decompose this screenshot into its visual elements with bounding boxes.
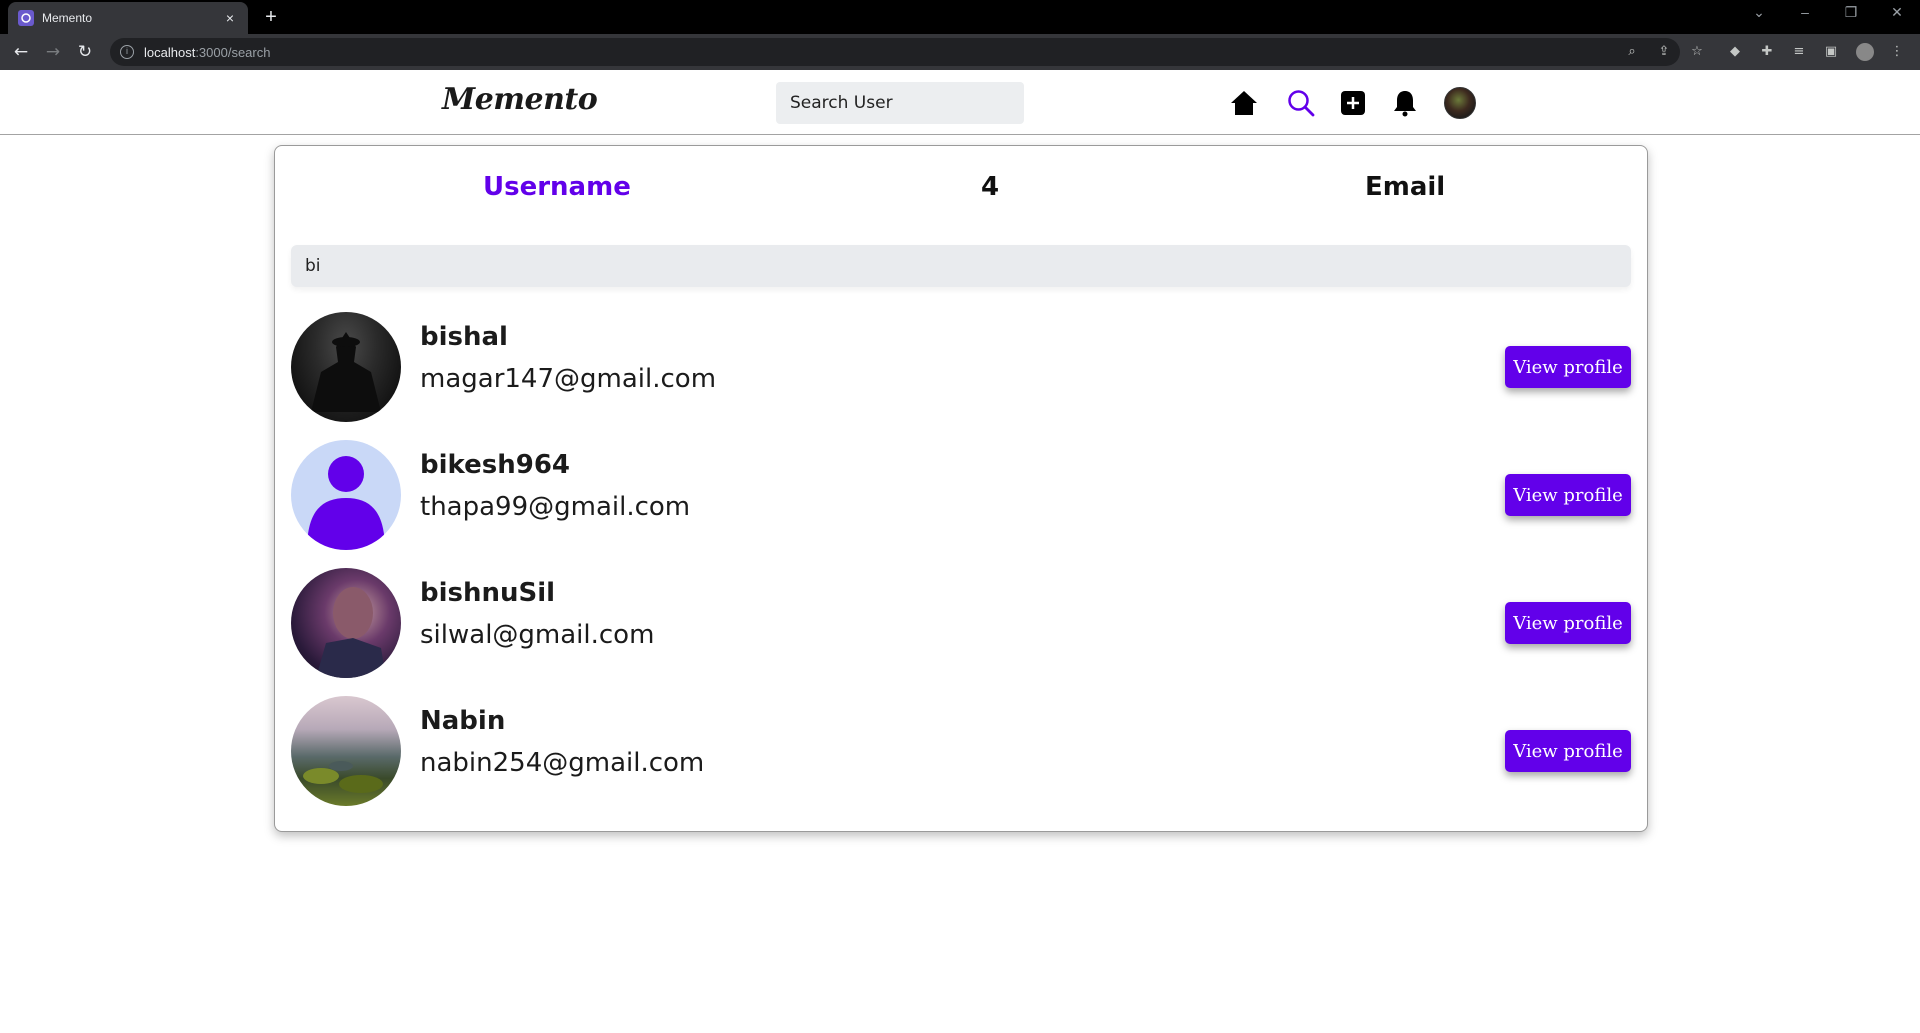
zoom-icon[interactable]: ⌕ <box>1623 43 1641 61</box>
username-filter-input[interactable] <box>291 245 1631 287</box>
site-info-icon[interactable]: i <box>120 45 134 59</box>
profile-avatar-icon[interactable] <box>1856 43 1874 61</box>
memento-favicon-icon <box>18 10 34 26</box>
search-mode-tabs: Username 4 Email <box>275 146 1647 226</box>
browser-menu-icon[interactable]: ⋮ <box>1888 43 1906 61</box>
browser-tab-bar: Memento × + ⌄ – ❐ ✕ <box>0 0 1920 34</box>
result-row: bishal magar147@gmail.com View profile <box>291 312 1631 440</box>
result-username: bikesh964 <box>420 450 571 480</box>
new-tab-button[interactable]: + <box>260 6 282 28</box>
search-icon[interactable] <box>1284 86 1318 120</box>
restore-icon[interactable]: ❐ <box>1836 4 1866 26</box>
extensions-puzzle-icon[interactable]: ✚ <box>1758 43 1776 61</box>
default-avatar-icon <box>291 440 401 550</box>
result-username: bishal <box>420 322 508 352</box>
result-username: Nabin <box>420 706 506 736</box>
forward-icon[interactable]: → <box>42 41 64 63</box>
share-icon[interactable]: ⇪ <box>1655 43 1673 61</box>
home-icon[interactable] <box>1227 86 1261 120</box>
tab-username[interactable]: Username <box>483 172 631 202</box>
result-row: bishnuSil silwal@gmail.com View profile <box>291 568 1631 696</box>
reading-list-icon[interactable]: ≡ <box>1790 43 1808 61</box>
view-profile-button[interactable]: View profile <box>1505 730 1631 772</box>
address-bar[interactable]: i localhost:3000/search <box>110 38 1680 66</box>
app-logo[interactable]: Memento <box>442 82 598 117</box>
user-avatar[interactable] <box>1444 87 1476 119</box>
extension-icon[interactable]: ◆ <box>1726 43 1744 61</box>
browser-tab-title: Memento <box>42 11 93 25</box>
result-email: silwal@gmail.com <box>420 620 655 650</box>
user-avatar <box>291 696 401 806</box>
browser-toolbar: ← → ↻ i localhost:3000/search ⌕ ⇪ ☆ ◆ ✚ … <box>0 34 1920 70</box>
result-email: magar147@gmail.com <box>420 364 717 394</box>
result-row: bikesh964 thapa99@gmail.com View profile <box>291 440 1631 568</box>
tab-search-icon[interactable]: ⌄ <box>1744 4 1774 26</box>
user-avatar <box>291 568 401 678</box>
result-list: bishal magar147@gmail.com View profile b… <box>291 312 1631 824</box>
search-user-input[interactable] <box>776 82 1024 124</box>
tab-email[interactable]: Email <box>1365 172 1445 202</box>
result-row: Nabin nabin254@gmail.com View profile <box>291 696 1631 824</box>
view-profile-button[interactable]: View profile <box>1505 602 1631 644</box>
search-results-card: Username 4 Email bishal magar147@gmail.c… <box>274 145 1648 832</box>
minimize-icon[interactable]: – <box>1790 4 1820 26</box>
url-path: :3000/search <box>195 44 271 60</box>
reload-icon[interactable]: ↻ <box>74 41 96 63</box>
browser-tab[interactable]: Memento × <box>8 2 248 34</box>
add-post-icon[interactable] <box>1336 86 1370 120</box>
back-icon[interactable]: ← <box>10 41 32 63</box>
tab-close-icon[interactable]: × <box>222 10 238 26</box>
bookmark-star-icon[interactable]: ☆ <box>1688 43 1706 61</box>
url-host: localhost <box>144 44 196 60</box>
side-panel-icon[interactable]: ▣ <box>1822 43 1840 61</box>
result-email: thapa99@gmail.com <box>420 492 691 522</box>
notifications-bell-icon[interactable] <box>1388 86 1422 120</box>
user-avatar <box>291 312 401 422</box>
view-profile-button[interactable]: View profile <box>1505 474 1631 516</box>
result-count: 4 <box>981 172 1000 202</box>
view-profile-button[interactable]: View profile <box>1505 346 1631 388</box>
result-email: nabin254@gmail.com <box>420 748 705 778</box>
result-username: bishnuSil <box>420 578 556 608</box>
app-header: Memento <box>0 70 1920 135</box>
close-window-icon[interactable]: ✕ <box>1882 4 1912 26</box>
